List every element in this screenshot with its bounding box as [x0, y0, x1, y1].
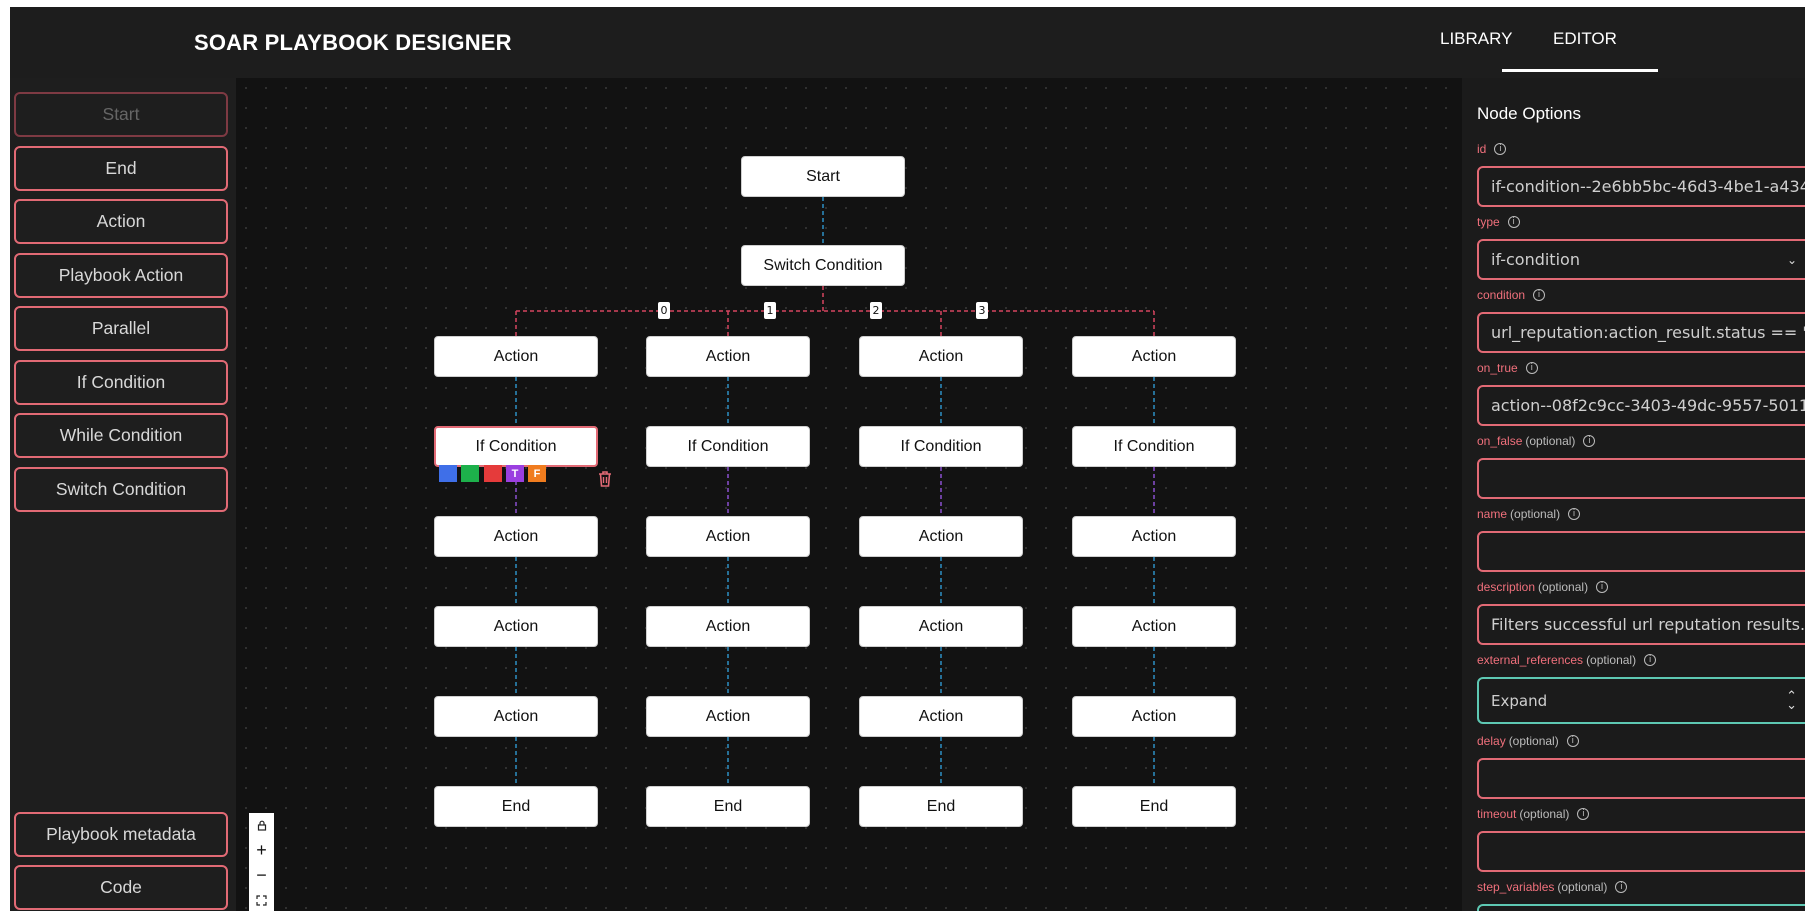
- info-icon[interactable]: i: [1525, 362, 1538, 374]
- condition-field[interactable]: url_reputation:action_result.status == '…: [1477, 312, 1805, 353]
- type-label: type i: [1477, 215, 1520, 229]
- name-field[interactable]: [1477, 531, 1805, 572]
- case-badge-1: 1: [764, 302, 776, 319]
- node-options-panel: Node Options id i if-condition--2e6bb5bc-…: [1462, 78, 1805, 911]
- if-condition-node-selected[interactable]: If Condition: [434, 426, 598, 467]
- playbook-metadata-button[interactable]: Playbook metadata: [14, 812, 228, 857]
- zoom-out-icon[interactable]: −: [249, 863, 274, 888]
- on-false-label: on_false (optional) i: [1477, 434, 1596, 448]
- zoom-controls: + −: [249, 813, 274, 911]
- chevron-down-icon: ⌄: [1786, 252, 1797, 267]
- info-icon[interactable]: i: [1566, 735, 1579, 747]
- id-label: id i: [1477, 142, 1507, 156]
- info-icon[interactable]: i: [1596, 581, 1609, 593]
- panel-title: Node Options: [1477, 104, 1581, 123]
- timeout-field[interactable]: [1477, 831, 1805, 872]
- end-node[interactable]: End: [1072, 786, 1236, 827]
- palette-playbook-action-button[interactable]: Playbook Action: [14, 253, 228, 298]
- action-node[interactable]: Action: [859, 516, 1023, 557]
- zoom-in-icon[interactable]: +: [249, 838, 274, 863]
- action-node[interactable]: Action: [646, 606, 810, 647]
- action-node[interactable]: Action: [859, 696, 1023, 737]
- step-variables-field[interactable]: [1477, 904, 1805, 911]
- action-node[interactable]: Action: [646, 516, 810, 557]
- action-node[interactable]: Action: [646, 696, 810, 737]
- color-blue-swatch[interactable]: [439, 465, 457, 482]
- info-icon[interactable]: i: [1533, 289, 1546, 301]
- column-edges: [515, 377, 1155, 786]
- delay-field[interactable]: [1477, 758, 1805, 799]
- top-bar: SOAR PLAYBOOK DESIGNER LIBRARY EDITOR: [10, 7, 1805, 78]
- flow-canvas[interactable]: 0 1 2 3 Start Switch Condition Action If…: [236, 78, 1462, 911]
- action-node[interactable]: Action: [434, 606, 598, 647]
- external-references-label: external_references (optional) i: [1477, 653, 1657, 667]
- palette-if-condition-button[interactable]: If Condition: [14, 360, 228, 405]
- action-node[interactable]: Action: [1072, 606, 1236, 647]
- end-node[interactable]: End: [859, 786, 1023, 827]
- case-badge-3: 3: [976, 302, 988, 319]
- info-icon[interactable]: i: [1577, 808, 1590, 820]
- start-node[interactable]: Start: [741, 156, 905, 197]
- type-select[interactable]: if-condition ⌄: [1477, 239, 1805, 280]
- on-true-label: on_true i: [1477, 361, 1538, 375]
- true-branch-button[interactable]: T: [506, 465, 524, 482]
- palette-while-condition-button[interactable]: While Condition: [14, 413, 228, 458]
- id-field[interactable]: if-condition--2e6bb5bc-46d3-4be1-a434-: [1477, 166, 1805, 207]
- edge-layer: [515, 197, 1155, 786]
- false-branch-button[interactable]: F: [528, 465, 546, 482]
- palette-start-button[interactable]: Start: [14, 92, 228, 137]
- info-icon[interactable]: i: [1568, 508, 1581, 520]
- info-icon[interactable]: i: [1507, 216, 1520, 228]
- delay-label: delay (optional) i: [1477, 734, 1579, 748]
- expand-icon: ⌃ ⌄: [1786, 688, 1797, 713]
- timeout-label: timeout (optional) i: [1477, 807, 1590, 821]
- tab-library[interactable]: LIBRARY: [1440, 29, 1512, 49]
- info-icon[interactable]: i: [1583, 435, 1596, 447]
- case-badge-2: 2: [870, 302, 882, 319]
- active-tab-indicator: [1502, 69, 1658, 72]
- color-green-swatch[interactable]: [461, 465, 479, 482]
- action-node[interactable]: Action: [434, 516, 598, 557]
- node-palette: Start End Action Playbook Action Paralle…: [10, 78, 236, 911]
- action-node[interactable]: Action: [1072, 336, 1236, 377]
- lock-icon[interactable]: [249, 813, 274, 838]
- trash-icon[interactable]: [597, 470, 613, 493]
- tab-editor[interactable]: EDITOR: [1553, 29, 1617, 49]
- on-false-field[interactable]: [1477, 458, 1805, 499]
- palette-action-button[interactable]: Action: [14, 199, 228, 244]
- case-badge-0: 0: [658, 302, 670, 319]
- end-node[interactable]: End: [434, 786, 598, 827]
- if-condition-node[interactable]: If Condition: [646, 426, 810, 467]
- if-condition-node[interactable]: If Condition: [859, 426, 1023, 467]
- info-icon[interactable]: i: [1615, 881, 1628, 893]
- description-field[interactable]: Filters successful url reputation result…: [1477, 604, 1805, 645]
- palette-end-button[interactable]: End: [14, 146, 228, 191]
- step-variables-label: step_variables (optional) i: [1477, 880, 1628, 894]
- external-references-expand[interactable]: Expand ⌃ ⌄: [1477, 677, 1805, 724]
- action-node[interactable]: Action: [434, 336, 598, 377]
- on-true-field[interactable]: action--08f2c9cc-3403-49dc-9557-5011d: [1477, 385, 1805, 426]
- color-red-swatch[interactable]: [484, 465, 502, 482]
- fit-view-icon[interactable]: [249, 888, 274, 911]
- condition-label: condition i: [1477, 288, 1546, 302]
- name-label: name (optional) i: [1477, 507, 1581, 521]
- if-condition-node[interactable]: If Condition: [1072, 426, 1236, 467]
- action-node[interactable]: Action: [1072, 516, 1236, 557]
- action-node[interactable]: Action: [646, 336, 810, 377]
- info-icon[interactable]: i: [1644, 654, 1657, 666]
- app-title: SOAR PLAYBOOK DESIGNER: [194, 30, 512, 55]
- action-node[interactable]: Action: [859, 336, 1023, 377]
- info-icon[interactable]: i: [1494, 143, 1507, 155]
- palette-parallel-button[interactable]: Parallel: [14, 306, 228, 351]
- description-label: description (optional) i: [1477, 580, 1609, 594]
- end-node[interactable]: End: [646, 786, 810, 827]
- code-button[interactable]: Code: [14, 865, 228, 910]
- action-node[interactable]: Action: [859, 606, 1023, 647]
- action-node[interactable]: Action: [1072, 696, 1236, 737]
- action-node[interactable]: Action: [434, 696, 598, 737]
- switch-condition-node[interactable]: Switch Condition: [741, 245, 905, 286]
- palette-switch-condition-button[interactable]: Switch Condition: [14, 467, 228, 512]
- app-window: SOAR PLAYBOOK DESIGNER LIBRARY EDITOR St…: [10, 7, 1805, 911]
